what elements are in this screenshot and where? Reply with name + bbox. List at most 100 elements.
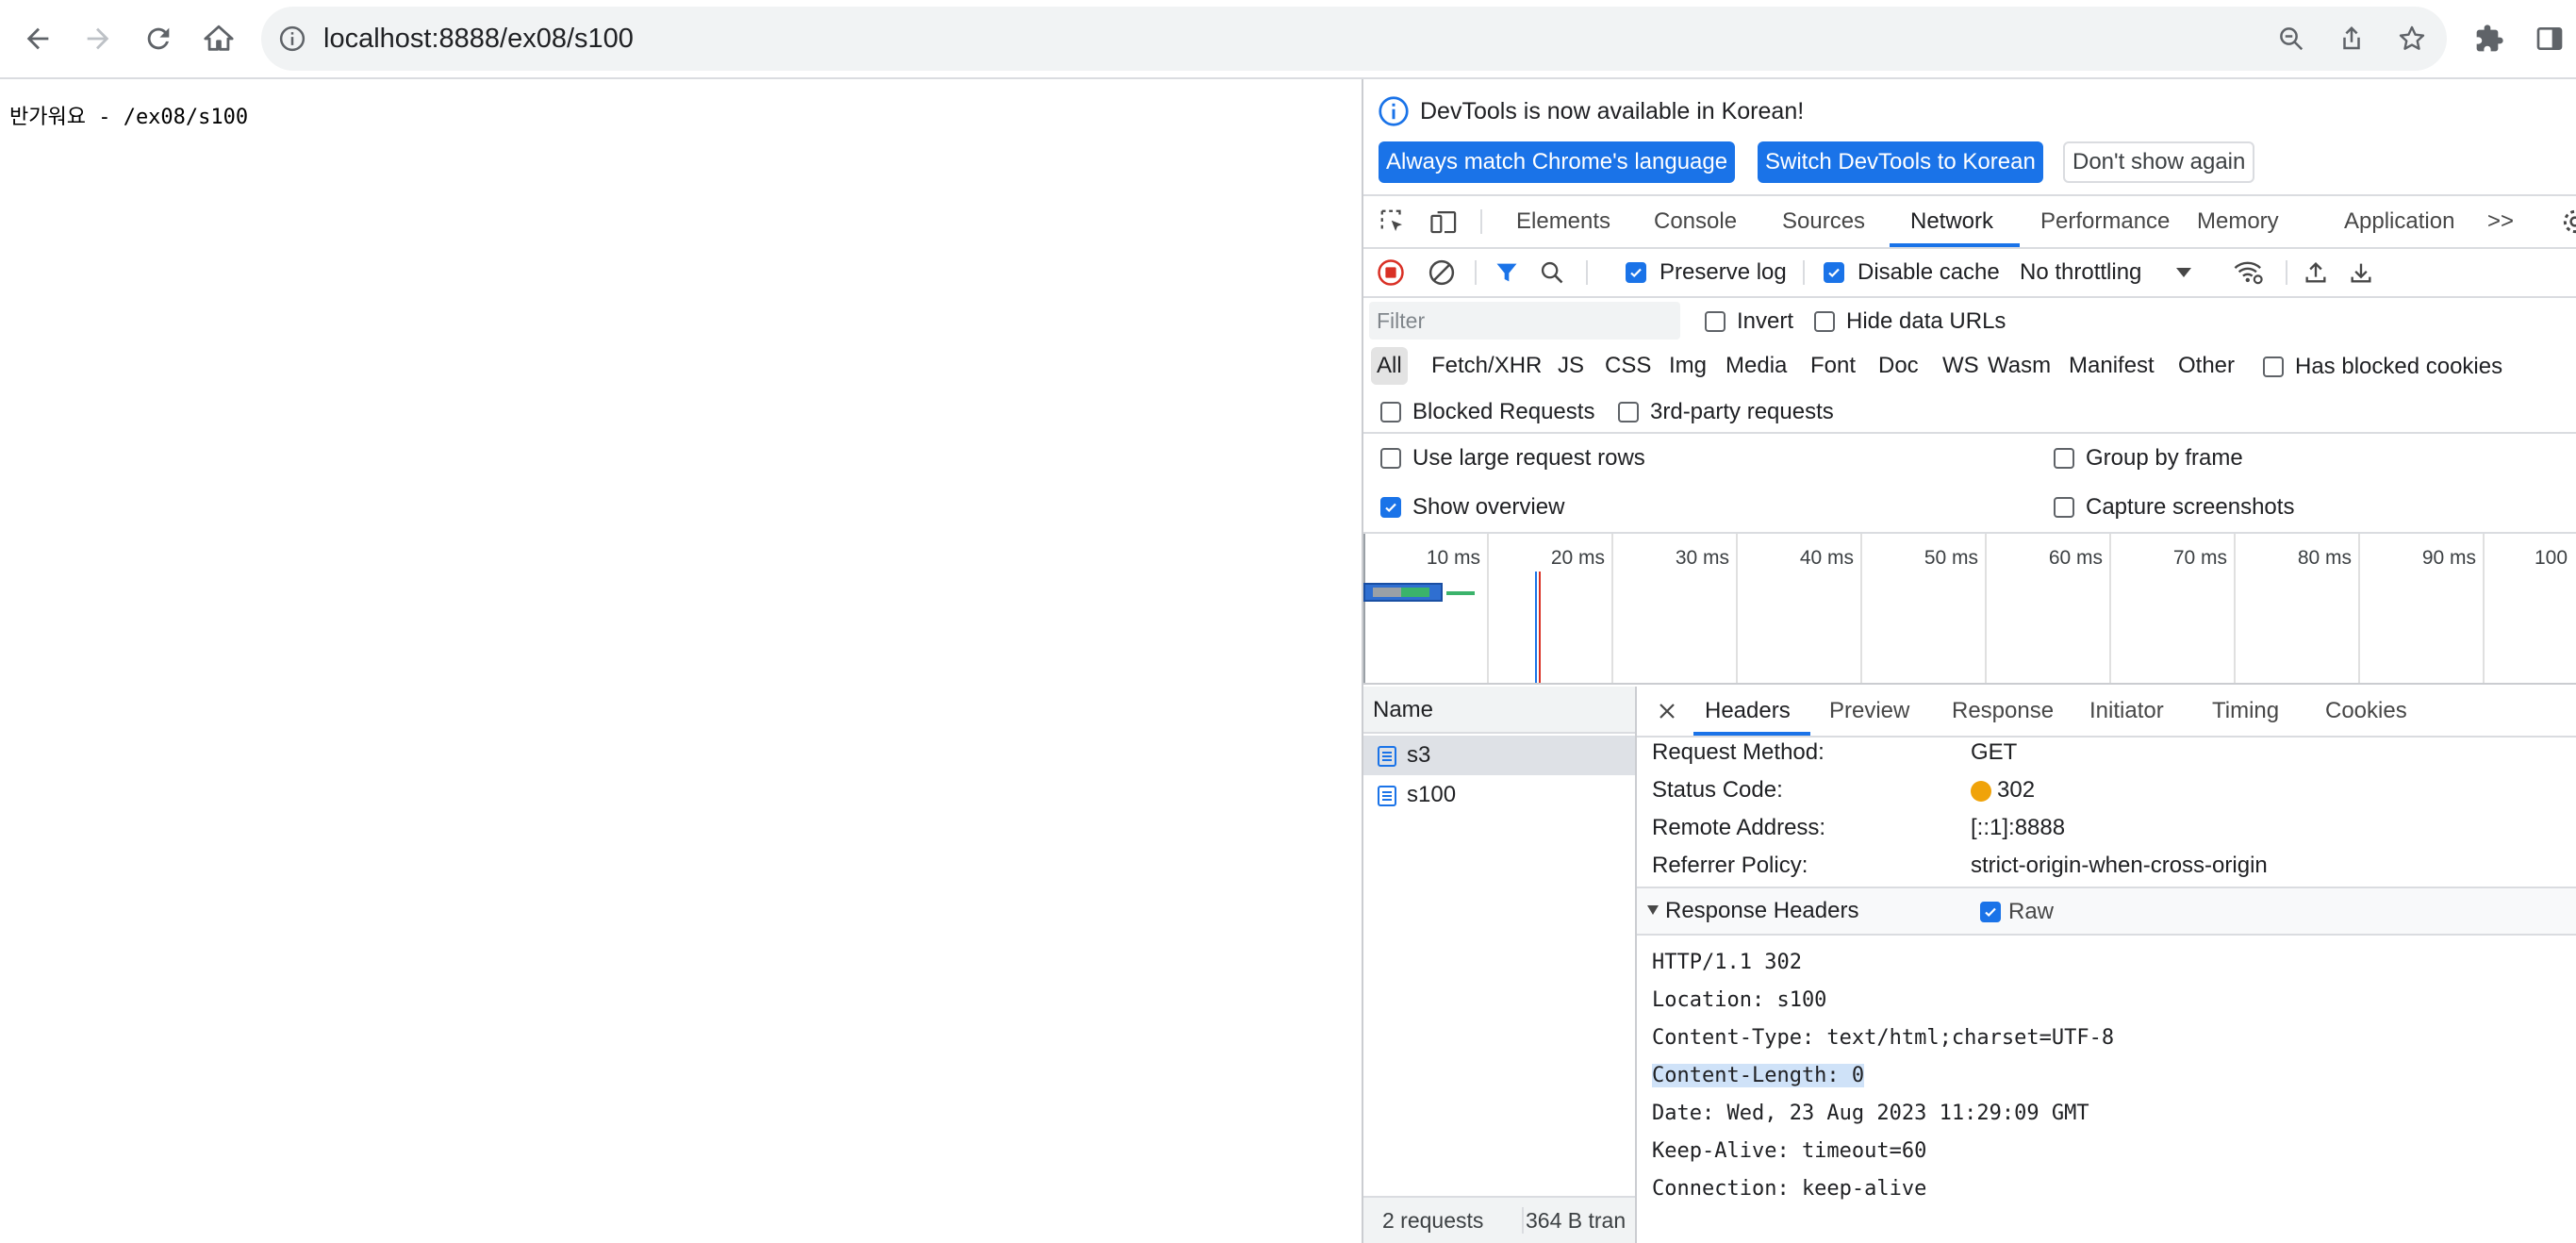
forward-button[interactable]: [75, 16, 121, 61]
request-row-s3[interactable]: s3: [1363, 736, 1635, 775]
has-blocked-cookies-checkbox[interactable]: [2263, 356, 2284, 377]
address-bar[interactable]: localhost:8888/ex08/s100: [261, 7, 2447, 71]
status-dot-icon: [1971, 781, 1991, 802]
back-button[interactable]: [15, 16, 60, 61]
filter-input[interactable]: Filter: [1369, 302, 1680, 340]
type-filter-doc[interactable]: Doc: [1878, 347, 1919, 385]
settings-gear-icon[interactable]: [2561, 207, 2576, 236]
raw-header-line-selected: Content-Length: 0: [1652, 1064, 1865, 1087]
group-by-frame-checkbox[interactable]: [2054, 448, 2074, 469]
detail-tab-initiator[interactable]: Initiator: [2089, 687, 2164, 736]
url-text[interactable]: localhost:8888/ex08/s100: [323, 24, 634, 55]
import-har-button[interactable]: [2303, 249, 2329, 296]
has-blocked-cookies-option[interactable]: Has blocked cookies: [2263, 354, 2502, 380]
show-overview-checkbox[interactable]: [1380, 497, 1401, 518]
hide-data-urls-option[interactable]: Hide data URLs: [1814, 308, 2006, 335]
tab-application[interactable]: Application: [2344, 196, 2454, 247]
record-button[interactable]: [1377, 249, 1405, 296]
show-overview-option[interactable]: Show overview: [1380, 494, 1564, 521]
invert-option[interactable]: Invert: [1705, 308, 1793, 335]
timeline-grid-line: [2234, 534, 2236, 683]
close-icon[interactable]: [1656, 700, 1678, 722]
filter-toggle-button[interactable]: [1494, 249, 1520, 296]
large-rows-option[interactable]: Use large request rows: [1380, 445, 1645, 472]
preserve-log-option[interactable]: Preserve log: [1626, 249, 1787, 296]
name-column-header[interactable]: Name: [1363, 687, 1635, 734]
export-har-button[interactable]: [2348, 249, 2374, 296]
tab-network[interactable]: Network: [1910, 196, 1993, 247]
share-icon[interactable]: [2336, 23, 2368, 55]
invert-checkbox[interactable]: [1705, 311, 1726, 332]
preserve-log-checkbox[interactable]: [1626, 262, 1646, 283]
zoom-out-icon[interactable]: [2275, 23, 2307, 55]
capture-screenshots-checkbox[interactable]: [2054, 497, 2074, 518]
disable-cache-checkbox[interactable]: [1824, 262, 1844, 283]
type-filter-wasm[interactable]: Wasm: [1988, 347, 2051, 385]
capture-screenshots-label: Capture screenshots: [2086, 494, 2295, 520]
extensions-button[interactable]: [2467, 16, 2512, 61]
active-tab-indicator: [1890, 243, 2020, 247]
type-filter-font[interactable]: Font: [1810, 347, 1856, 385]
blocked-requests-checkbox[interactable]: [1380, 402, 1401, 423]
toolbar-separator: [1475, 260, 1477, 285]
network-conditions-button[interactable]: [2233, 249, 2265, 296]
clear-button[interactable]: [1428, 249, 1456, 296]
type-filter-manifest[interactable]: Manifest: [2069, 347, 2155, 385]
detail-tab-cookies[interactable]: Cookies: [2325, 687, 2407, 736]
large-rows-checkbox[interactable]: [1380, 448, 1401, 469]
triangle-down-icon: [1647, 905, 1659, 915]
disable-cache-option[interactable]: Disable cache: [1824, 249, 2000, 296]
timeline-grid-line: [1487, 534, 1489, 683]
network-overview-timeline[interactable]: 10 ms 20 ms 30 ms 40 ms 50 ms 60 ms 70 m…: [1363, 534, 2576, 685]
tab-console[interactable]: Console: [1654, 196, 1737, 247]
detail-tab-response[interactable]: Response: [1952, 687, 2054, 736]
tab-performance[interactable]: Performance: [2040, 196, 2170, 247]
search-button[interactable]: [1539, 249, 1565, 296]
response-headers-title: Response Headers: [1665, 898, 1859, 923]
upload-icon: [2305, 262, 2326, 283]
detail-tab-timing[interactable]: Timing: [2212, 687, 2279, 736]
type-filter-other[interactable]: Other: [2178, 347, 2235, 385]
inspect-element-icon[interactable]: [1379, 207, 1407, 236]
type-filter-ws[interactable]: WS: [1942, 347, 1979, 385]
type-filter-css[interactable]: CSS: [1605, 347, 1651, 385]
type-filter-img[interactable]: Img: [1669, 347, 1707, 385]
third-party-requests-option[interactable]: 3rd-party requests: [1618, 399, 1834, 425]
invert-label: Invert: [1737, 308, 1794, 334]
tab-elements[interactable]: Elements: [1516, 196, 1610, 247]
tab-memory[interactable]: Memory: [2197, 196, 2279, 247]
group-by-frame-option[interactable]: Group by frame: [2054, 445, 2243, 472]
hide-data-urls-checkbox[interactable]: [1814, 311, 1835, 332]
request-row-s100[interactable]: s100: [1363, 775, 1635, 815]
raw-checkbox[interactable]: [1980, 902, 2001, 922]
capture-screenshots-option[interactable]: Capture screenshots: [2054, 494, 2294, 521]
detail-tab-preview[interactable]: Preview: [1829, 687, 1909, 736]
always-match-language-button[interactable]: Always match Chrome's language: [1379, 141, 1736, 183]
type-filter-all[interactable]: All: [1371, 347, 1408, 385]
blocked-requests-option[interactable]: Blocked Requests: [1380, 399, 1594, 425]
has-blocked-cookies-label: Has blocked cookies: [2295, 354, 2503, 379]
detail-tab-headers[interactable]: Headers: [1705, 687, 1791, 736]
wifi-settings-icon: [2234, 261, 2263, 285]
site-info-icon[interactable]: [278, 25, 306, 53]
switch-to-korean-button[interactable]: Switch DevTools to Korean: [1758, 141, 2043, 183]
third-party-requests-checkbox[interactable]: [1618, 402, 1639, 423]
dont-show-again-button[interactable]: Don't show again: [2063, 141, 2255, 183]
throttling-select[interactable]: No throttling: [2020, 249, 2192, 296]
more-tabs-chevron-icon[interactable]: >>: [2487, 196, 2514, 247]
detail-tab-bar: Headers Preview Response Initiator Timin…: [1637, 687, 2576, 738]
tab-sources[interactable]: Sources: [1782, 196, 1865, 247]
reload-button[interactable]: [136, 16, 181, 61]
filter-row: Filter Invert Hide data URLs: [1363, 298, 2576, 343]
home-button[interactable]: [196, 16, 241, 61]
disable-cache-label: Disable cache: [1858, 259, 2000, 285]
response-headers-section[interactable]: Response Headers Raw: [1637, 887, 2576, 936]
type-filter-media[interactable]: Media: [1726, 347, 1787, 385]
type-filter-fetch-xhr[interactable]: Fetch/XHR: [1431, 347, 1542, 385]
timeline-tick-label: 20 ms: [1550, 547, 1605, 569]
device-toolbar-icon[interactable]: [1429, 207, 1460, 236]
side-panel-button[interactable]: [2527, 16, 2572, 61]
type-filter-js[interactable]: JS: [1558, 347, 1584, 385]
bookmark-star-icon[interactable]: [2396, 23, 2428, 55]
raw-toggle[interactable]: Raw: [1980, 899, 2054, 925]
